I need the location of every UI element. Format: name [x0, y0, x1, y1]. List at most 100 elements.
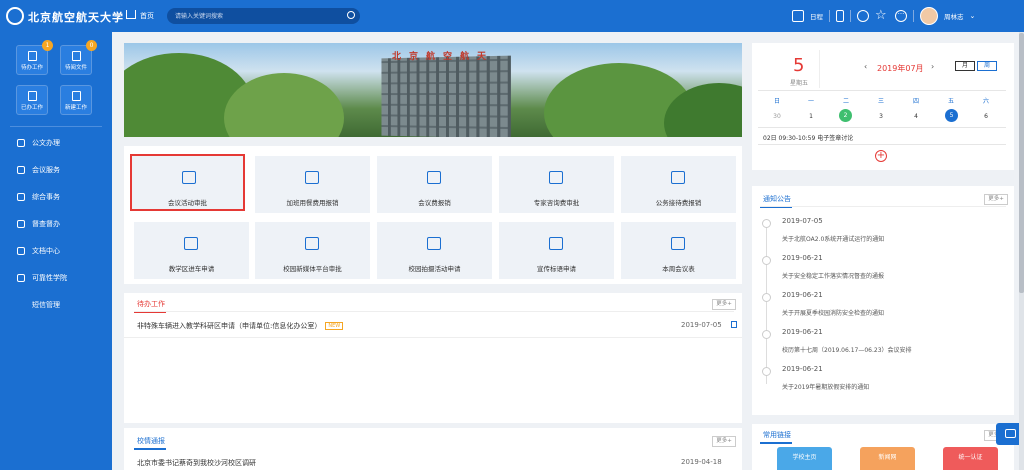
chevron-down-icon[interactable]: ⌄	[970, 12, 976, 20]
toolbar-right: 日程 ☆ ··· 周林志 ⌄	[792, 0, 975, 32]
tile-expert-fee[interactable]: 专家咨询费审批	[499, 156, 614, 213]
quick-done-button[interactable]: 已办工作	[16, 85, 48, 115]
tile-meeting-expense[interactable]: 会议费报销	[377, 156, 492, 213]
weekday-header: 日	[773, 98, 780, 105]
bulletin-item-title[interactable]: 北京市委书记蔡奇到我校沙河校区调研	[137, 458, 256, 468]
weekday-header: 五	[947, 98, 954, 105]
sidebar-item-label: 文档中心	[32, 247, 60, 255]
add-event-icon[interactable]: +	[875, 150, 887, 162]
link-school-homepage[interactable]: 学校主页	[777, 447, 832, 470]
link-news[interactable]: 新闻网	[860, 447, 915, 470]
calendar-date[interactable]: 1	[801, 113, 821, 120]
quick-label: 待办工作	[20, 65, 43, 71]
gear-icon[interactable]	[857, 10, 869, 22]
notice-title[interactable]: 关于北航OA2.0系统开通试运行的通知	[782, 234, 884, 243]
tile-weekly-meetings[interactable]: 本周会议表	[621, 222, 736, 279]
tile-meeting-approval[interactable]: 会议活动审批	[130, 154, 245, 211]
links-title[interactable]: 常用链接	[763, 430, 791, 440]
prev-month-button[interactable]: ‹	[864, 62, 867, 71]
tile-reception-expense[interactable]: 公务接待费报销	[621, 156, 736, 213]
calendar-month: 2019年07月	[877, 64, 924, 73]
divider	[758, 127, 1006, 128]
title-underline	[760, 442, 792, 444]
scrollbar-thumb[interactable]	[1019, 33, 1024, 293]
weekday-header: 三	[877, 98, 884, 105]
calendar-date[interactable]: 6	[976, 113, 996, 120]
todo-title[interactable]: 待办工作	[137, 299, 165, 309]
sidebar-item-label: 短信管理	[32, 301, 60, 309]
quick-todo-button[interactable]: 1 待办工作	[16, 40, 53, 75]
tile-label: 专家咨询费审批	[533, 199, 580, 207]
chat-icon	[1005, 429, 1016, 438]
calendar-date[interactable]: 30	[767, 113, 787, 120]
star-icon[interactable]: ☆	[875, 9, 889, 22]
tile-slogan[interactable]: 宣传标语申请	[499, 222, 614, 279]
sidebar-item-doc-center[interactable]: 文档中心	[17, 246, 60, 256]
notice-title[interactable]: 校历第十七周（2019.06.17—06.23）会议安排	[782, 345, 912, 354]
search-icon[interactable]	[347, 11, 355, 19]
todo-more-button[interactable]: 更多+	[712, 299, 736, 310]
layers-icon	[17, 193, 25, 201]
quick-label: 已办工作	[20, 105, 43, 111]
user-name[interactable]: 周林志	[944, 11, 964, 21]
timeline-dot	[762, 367, 771, 376]
currency-icon	[671, 171, 685, 184]
schedule-label[interactable]: 日程	[810, 11, 823, 21]
todo-item[interactable]: 非特殊车辆进入教学科研区申请（申请单位:信息化办公室） NEW	[137, 321, 344, 331]
building-image	[381, 55, 511, 137]
quick-services-panel: 会议活动审批 加班用餐费用报销 会议费报销 专家咨询费审批 公务接待费报销 教学…	[124, 146, 742, 284]
tile-label: 会议费报销	[418, 199, 451, 207]
sidebar-item-reliability[interactable]: 可靠性学院	[17, 273, 67, 283]
notice-title[interactable]: 关于开展夏季校园消防安全检查的通知	[782, 308, 884, 317]
avatar[interactable]	[920, 7, 938, 25]
search-input[interactable]	[167, 8, 360, 24]
tile-filming[interactable]: 校园拍摄活动申请	[377, 222, 492, 279]
notice-date: 2019-06-21	[782, 365, 823, 373]
sidebar-item-documents[interactable]: 公文办理	[17, 138, 60, 148]
divider	[758, 144, 1006, 145]
document-icon[interactable]	[731, 321, 737, 328]
phone-icon[interactable]	[836, 10, 844, 22]
tile-vehicle-entry[interactable]: 教学区进车申请	[134, 222, 249, 279]
sidebar-item-affairs[interactable]: 综合事务	[17, 192, 60, 202]
tile-overtime-meal[interactable]: 加班用餐费用报销	[255, 156, 370, 213]
todo-icon	[28, 51, 37, 61]
link-unified-auth[interactable]: 统一认证	[943, 447, 998, 470]
calendar-event[interactable]: 02日 09:30-10:59 电子签章讨论	[763, 133, 853, 142]
notice-title[interactable]: 关于2019年暑期放假安排的通知	[782, 382, 869, 391]
tile-new-media[interactable]: 校园新媒体平台审批	[255, 222, 370, 279]
notices-title[interactable]: 通知公告	[763, 194, 791, 204]
bulletin-more-button[interactable]: 更多+	[712, 436, 736, 447]
sidebar-item-meetings[interactable]: 会议服务	[17, 165, 60, 175]
quick-new-work-button[interactable]: 新建工作	[60, 85, 92, 115]
sidebar-item-supervision[interactable]: 督查督办	[17, 219, 60, 229]
next-month-button[interactable]: ›	[931, 62, 934, 71]
home-link[interactable]: 首页	[126, 10, 154, 21]
notice-date: 2019-07-05	[782, 217, 823, 225]
sidebar-item-sms[interactable]: 短信管理	[32, 300, 60, 310]
divider	[134, 311, 734, 312]
tile-label: 会议活动审批	[168, 199, 207, 207]
notice-title[interactable]: 关于安全稳定工作落实情况督查的通报	[782, 271, 884, 280]
month-view-button[interactable]: 月	[955, 61, 975, 71]
weekday-header: 四	[912, 98, 919, 105]
weekday-header: 二	[842, 98, 849, 105]
calendar-date-has-event[interactable]: 2	[839, 109, 852, 122]
calendar-date-today[interactable]: 5	[945, 109, 958, 122]
timeline-dot	[762, 330, 771, 339]
notice-date: 2019-06-21	[782, 254, 823, 262]
calendar-date[interactable]: 3	[871, 113, 891, 120]
toread-badge: 0	[86, 40, 97, 51]
divider	[124, 337, 742, 338]
quick-label: 新建工作	[64, 105, 87, 111]
quick-toread-button[interactable]: 0 待阅文件	[60, 40, 97, 75]
notices-more-button[interactable]: 更多+	[984, 194, 1008, 205]
calendar-date[interactable]: 4	[906, 113, 926, 120]
sidebar-item-label: 督查督办	[32, 220, 60, 228]
tile-label: 宣传标语申请	[537, 265, 576, 273]
notice-date: 2019-06-21	[782, 328, 823, 336]
bulletin-title[interactable]: 校情通报	[137, 436, 165, 446]
calendar-icon[interactable]	[792, 10, 804, 22]
more-icon[interactable]: ···	[895, 10, 907, 22]
week-view-button[interactable]: 周	[977, 61, 997, 71]
